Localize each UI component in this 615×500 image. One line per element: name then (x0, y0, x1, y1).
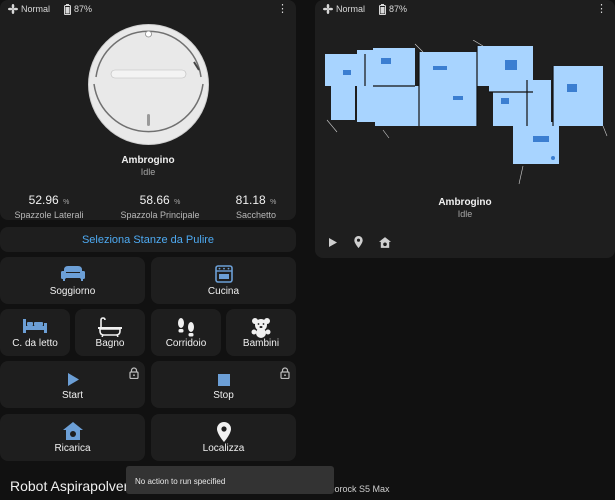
room-button-label: Corridoio (165, 338, 207, 349)
room-button-camera[interactable]: C. da letto (0, 309, 70, 356)
teddy-bear-icon (251, 318, 271, 338)
stat-unit: % (63, 199, 70, 206)
play-icon[interactable] (329, 238, 337, 247)
room-button-corridoio[interactable]: Corridoio (151, 309, 221, 356)
bathtub-icon (98, 317, 122, 337)
stat-value: 52.96 (28, 193, 59, 207)
ricarica-label: Ricarica (54, 443, 91, 454)
toast-message: No action to run specified (135, 477, 226, 486)
stop-label: Stop (213, 390, 234, 401)
robot-status: Idle (457, 209, 473, 219)
vacuum-map-card: Normal 87% ⋮ Ambrogino Idle (315, 0, 615, 258)
sofa-icon (60, 266, 85, 281)
stat-side-brushes: 52.96 % Spazzole Laterali (10, 191, 88, 220)
stat-label: Spazzola Principale (120, 210, 200, 220)
stop-icon (217, 374, 230, 386)
bed-icon (23, 319, 47, 333)
robot-name: Ambrogino (121, 155, 175, 166)
room-button-label: Bambini (242, 338, 280, 349)
more-options-icon[interactable]: ⋮ (277, 4, 288, 15)
stat-value: 81.18 (235, 193, 266, 207)
start-label: Start (61, 390, 84, 401)
room-button-label: C. da letto (12, 338, 58, 349)
robot-status: Idle (140, 167, 156, 177)
stat-bag: 81.18 % Sacchetto (222, 191, 290, 220)
battery-icon (64, 3, 72, 15)
room-select-button[interactable]: Seleziona Stanze da Pulire (0, 227, 296, 252)
toast-notification: No action to run specified (126, 466, 334, 494)
room-button-label: Soggiorno (49, 286, 96, 297)
fan-mode-label: Normal (21, 4, 51, 14)
location-pin-icon[interactable] (354, 236, 363, 248)
stat-unit: % (174, 199, 181, 206)
room-button-soggiorno[interactable]: Soggiorno (0, 257, 145, 304)
fan-icon (8, 4, 18, 14)
ricarica-button[interactable]: Ricarica (0, 414, 145, 461)
home-dock-icon (62, 422, 83, 440)
fan-icon (323, 4, 333, 14)
vacuum-card: Normal 87% ⋮ Ambrogino Idle 52.96 % Spaz… (0, 0, 296, 220)
battery-indicator: 87% (64, 3, 93, 15)
fan-mode-indicator[interactable]: Normal (323, 4, 365, 14)
localizza-button[interactable]: Localizza (151, 414, 296, 461)
battery-indicator: 87% (379, 3, 408, 15)
fan-mode-indicator[interactable]: Normal (8, 4, 50, 14)
robot-name: Ambrogino (438, 197, 492, 208)
stove-icon (214, 265, 233, 283)
battery-label: 87% (74, 4, 93, 14)
stat-label: Spazzole Laterali (14, 210, 84, 220)
vacuum-status-bar: Normal 87% ⋮ (8, 2, 288, 16)
battery-label: 87% (389, 4, 408, 14)
floor-map[interactable] (323, 40, 608, 190)
stat-label: Sacchetto (235, 210, 277, 220)
fan-mode-label: Normal (336, 4, 366, 14)
stat-unit: % (270, 199, 277, 206)
localizza-label: Localizza (202, 443, 245, 454)
location-pin-icon (216, 422, 231, 442)
room-button-bambini[interactable]: Bambini (226, 309, 296, 356)
section-title: Robot Aspirapolvere (10, 478, 137, 494)
room-button-cucina[interactable]: Cucina (151, 257, 296, 304)
stop-button[interactable]: Stop (151, 361, 296, 408)
start-button[interactable]: Start (0, 361, 145, 408)
footprints-icon (178, 318, 194, 337)
room-button-label: Cucina (207, 286, 240, 297)
robot-vacuum-image (88, 24, 209, 145)
stat-main-brush: 58.66 % Spazzola Principale (108, 191, 212, 220)
stat-value: 58.66 (139, 193, 170, 207)
vacuum-status-bar: Normal 87% ⋮ (323, 2, 607, 16)
more-options-icon[interactable]: ⋮ (596, 4, 607, 15)
room-button-bagno[interactable]: Bagno (75, 309, 145, 356)
battery-icon (379, 3, 387, 15)
room-select-label: Seleziona Stanze da Pulire (81, 234, 215, 246)
room-button-label: Bagno (95, 338, 125, 349)
home-dock-icon[interactable] (379, 237, 391, 248)
play-icon (67, 373, 79, 386)
